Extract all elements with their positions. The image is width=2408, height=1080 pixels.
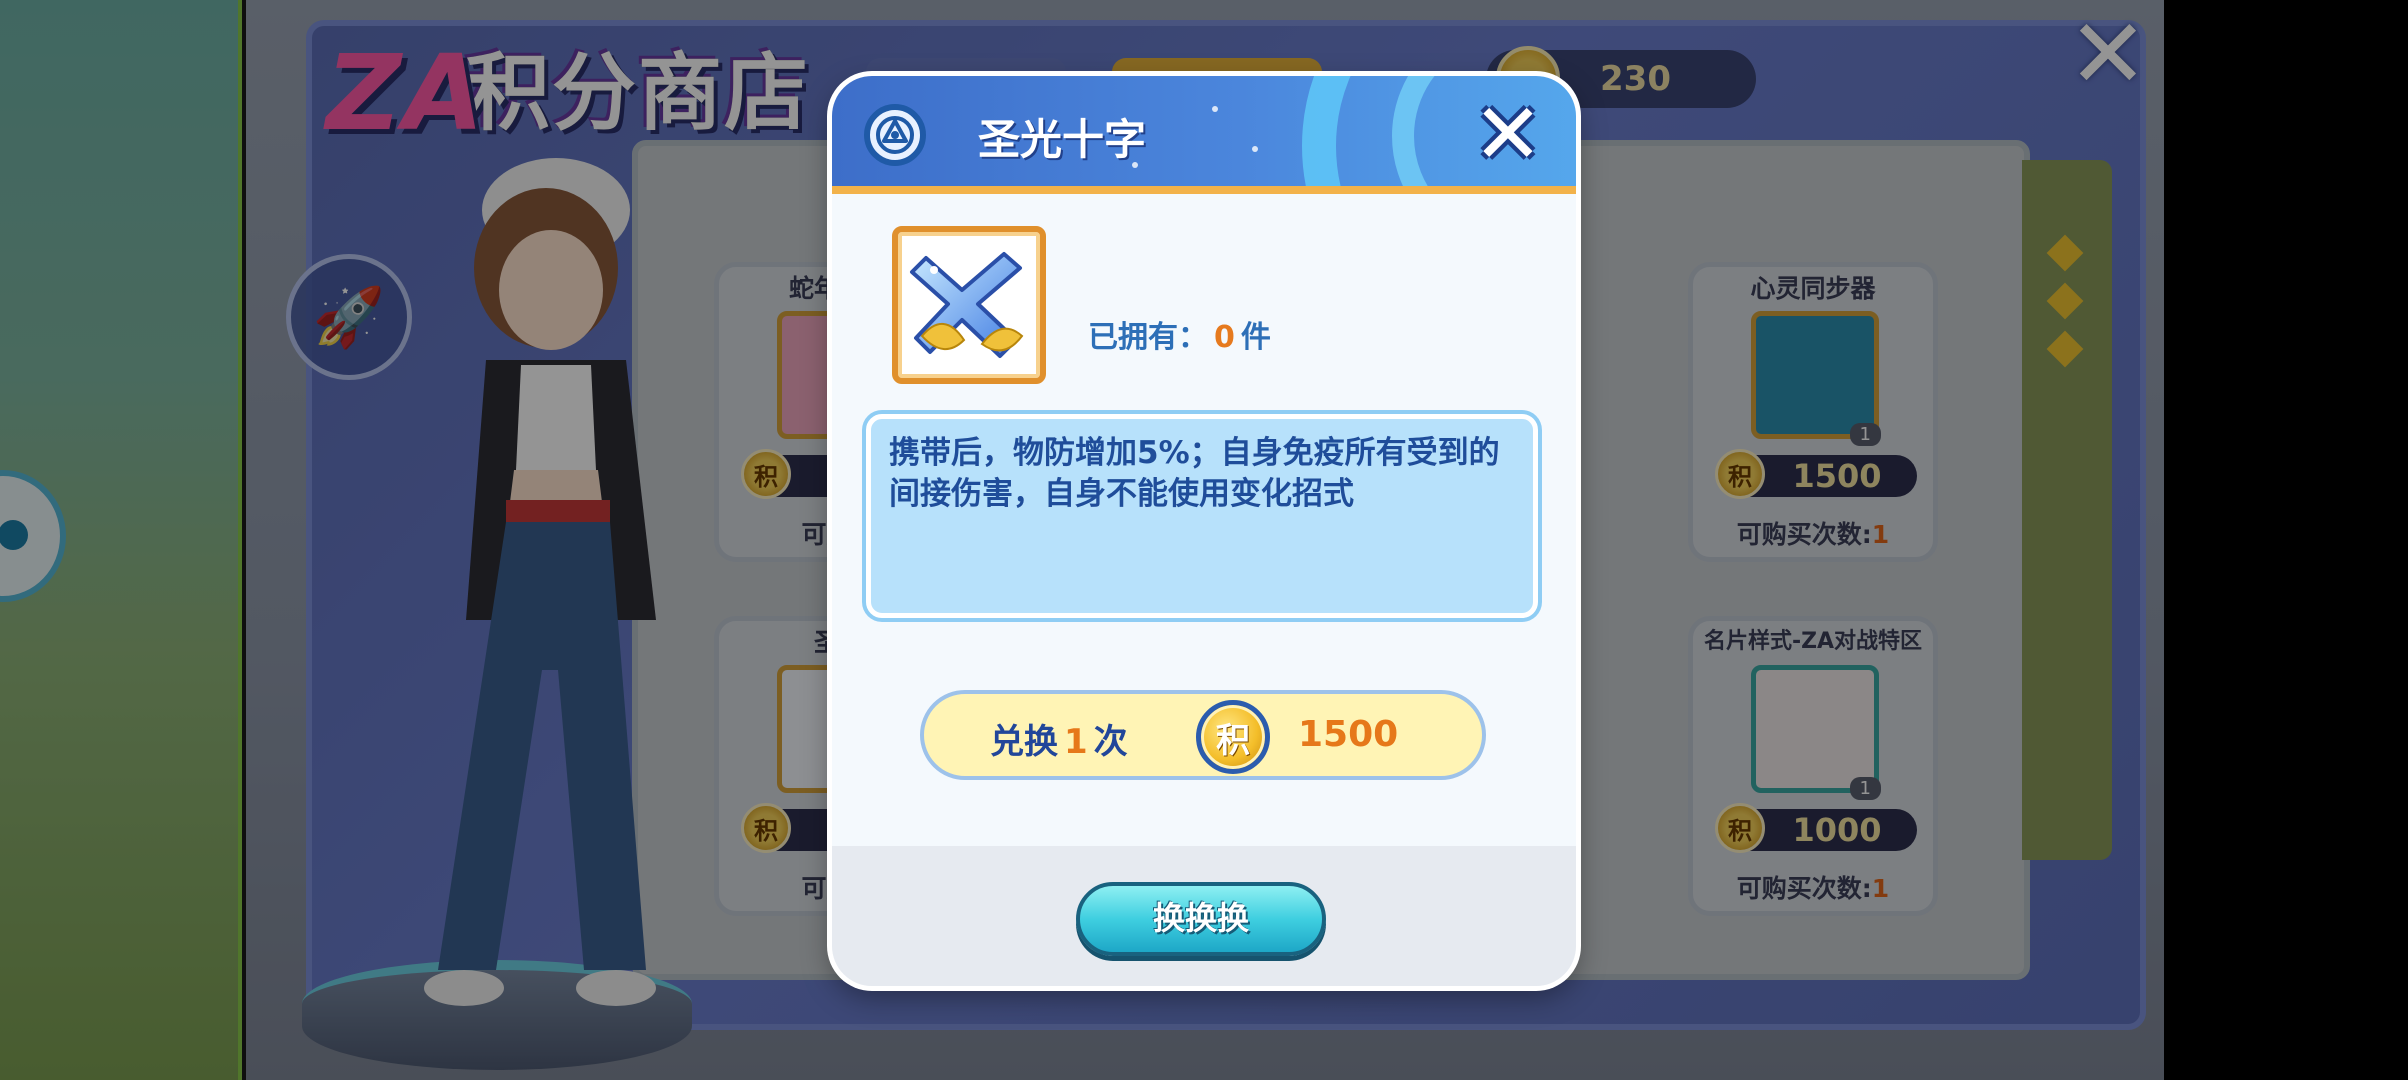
item-description: 携带后，物防增加5%；自身免疫所有受到的间接伤害，自身不能使用变化招式 xyxy=(866,414,1538,618)
exchange-price: 1500 xyxy=(1298,714,1399,755)
owned-unit: 件 xyxy=(1240,320,1271,355)
owned-label: 已拥有： xyxy=(1088,320,1208,355)
cross-item-icon xyxy=(910,252,1024,358)
exchange-suffix: 次 xyxy=(1093,722,1128,762)
owned-count: 已拥有： 0 件 xyxy=(1088,312,1271,356)
owned-count-value: 0 xyxy=(1214,320,1235,355)
pokeball-icon xyxy=(864,104,926,166)
dialog-title: 圣光十字 xyxy=(978,115,1147,164)
item-icon xyxy=(892,226,1046,384)
exchange-count: 兑换 1 次 xyxy=(990,714,1128,763)
sparkle-decoration xyxy=(1252,146,1258,152)
coin-icon: 积 xyxy=(1196,700,1270,774)
exchange-dialog: 圣光十字 ✕ 已拥有： 0 件 携带后，物防增加5%；自身免疫所有受到的间接伤害，自… xyxy=(832,76,1576,986)
exchange-count-value: 1 xyxy=(1064,722,1088,762)
confirm-exchange-button[interactable]: 换换换 xyxy=(1076,882,1326,956)
exchange-prefix: 兑换 xyxy=(990,722,1058,762)
exchange-summary: 兑换 1 次 积 1500 xyxy=(920,690,1486,780)
sparkle-decoration xyxy=(1212,106,1218,112)
close-icon[interactable]: ✕ xyxy=(1468,92,1548,176)
dialog-header: 圣光十字 ✕ xyxy=(832,76,1576,194)
